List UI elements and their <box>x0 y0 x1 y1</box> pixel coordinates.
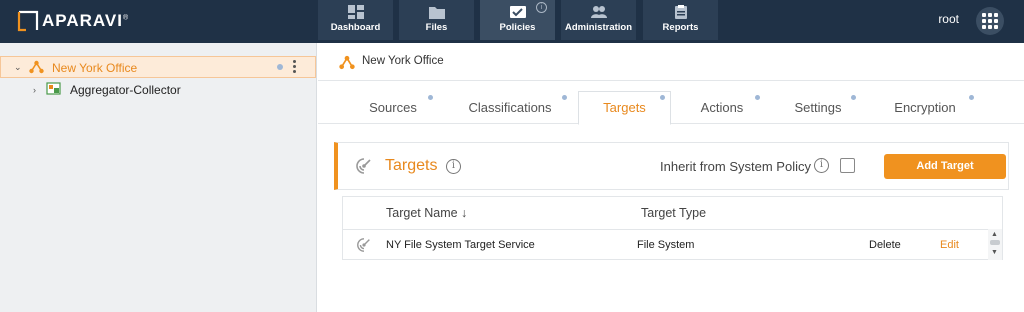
collector-icon <box>46 82 61 95</box>
scroll-up-icon[interactable]: ▲ <box>991 231 998 238</box>
column-header-target-name[interactable]: Target Name ↓ <box>386 206 467 220</box>
tree-item-aggregator-collector[interactable]: › Aggregator-Collector <box>0 79 316 101</box>
table-scrollbar[interactable]: ▲ ▼ <box>988 229 1002 260</box>
status-dot <box>851 95 856 100</box>
users-icon <box>590 6 607 18</box>
tab-sources[interactable]: Sources <box>358 92 428 124</box>
tab-encryption[interactable]: Encryption <box>885 92 965 124</box>
nav-policies[interactable]: Policies i <box>480 0 555 40</box>
info-icon[interactable]: i <box>446 159 461 174</box>
inherit-label: Inherit from System Policy <box>660 159 811 174</box>
inherit-checkbox[interactable] <box>840 158 855 173</box>
info-icon[interactable]: i <box>814 158 829 173</box>
aparavi-logo[interactable]: APARAVI® <box>17 7 129 35</box>
status-dot <box>755 95 760 100</box>
nav-files-label: Files <box>425 22 448 33</box>
sidebar-tree: ⌄ New York Office › Aggregator-Collector <box>0 43 317 312</box>
aparavi-logo-icon <box>17 10 39 32</box>
dashboard-icon <box>347 5 364 19</box>
nav-administration-label: Administration <box>564 22 633 33</box>
status-dot <box>660 95 665 100</box>
status-dot <box>277 64 283 70</box>
targets-table: Target Name ↓ Target Type NY File System… <box>342 196 1003 260</box>
top-bar: APARAVI® Dashboard Files Policies i Admi… <box>0 0 1024 43</box>
scroll-down-icon[interactable]: ▼ <box>991 249 998 256</box>
targets-panel-header: Targets i Inherit from System Policy i A… <box>334 142 1009 190</box>
folder-icon <box>428 7 445 19</box>
tree-item-label: Aggregator-Collector <box>70 83 181 97</box>
delete-link[interactable]: Delete <box>869 239 901 251</box>
brand-name: APARAVI® <box>42 11 130 30</box>
tab-classifications[interactable]: Classifications <box>460 92 560 124</box>
nav-files[interactable]: Files <box>399 0 474 40</box>
breadcrumb-label: New York Office <box>362 55 444 67</box>
more-options-icon[interactable] <box>293 60 296 75</box>
nav-policies-label: Policies <box>499 22 536 33</box>
status-dot <box>969 95 974 100</box>
network-icon <box>339 55 355 70</box>
nav-dashboard-label: Dashboard <box>330 22 381 33</box>
nav-administration[interactable]: Administration <box>561 0 636 40</box>
user-name[interactable]: root <box>938 12 959 26</box>
target-name-cell: NY File System Target Service <box>386 239 535 251</box>
nav-dashboard[interactable]: Dashboard <box>318 0 393 40</box>
target-icon <box>357 238 370 252</box>
status-dot <box>428 95 433 100</box>
policy-icon <box>509 6 526 18</box>
scrollbar-thumb[interactable] <box>990 240 1000 245</box>
edit-link[interactable]: Edit <box>940 239 959 251</box>
target-type-cell: File System <box>637 239 695 251</box>
info-icon[interactable]: i <box>536 2 547 13</box>
tree-item-new-york-office[interactable]: ⌄ New York Office <box>0 56 316 78</box>
network-icon <box>29 60 44 74</box>
panel-title: Targets <box>385 157 438 174</box>
chevron-right-icon[interactable]: › <box>33 85 36 95</box>
tree-item-label: New York Office <box>52 61 138 75</box>
nav-reports[interactable]: Reports <box>643 0 718 40</box>
tab-targets[interactable]: Targets <box>578 91 671 125</box>
chevron-down-icon[interactable]: ⌄ <box>14 62 22 73</box>
column-header-target-type[interactable]: Target Type <box>641 206 706 220</box>
status-dot <box>562 95 567 100</box>
apps-grid-icon[interactable] <box>976 7 1004 35</box>
nav-reports-label: Reports <box>662 22 699 33</box>
breadcrumb: New York Office <box>318 43 1024 81</box>
tab-actions[interactable]: Actions <box>690 92 754 124</box>
target-icon <box>356 158 371 174</box>
add-target-button[interactable]: Add Target <box>884 154 1006 179</box>
table-row[interactable]: NY File System Target Service File Syste… <box>343 229 989 260</box>
policy-tabs: Sources Classifications Targets Actions … <box>318 82 1024 125</box>
tab-settings[interactable]: Settings <box>784 92 852 124</box>
clipboard-icon <box>674 5 687 19</box>
